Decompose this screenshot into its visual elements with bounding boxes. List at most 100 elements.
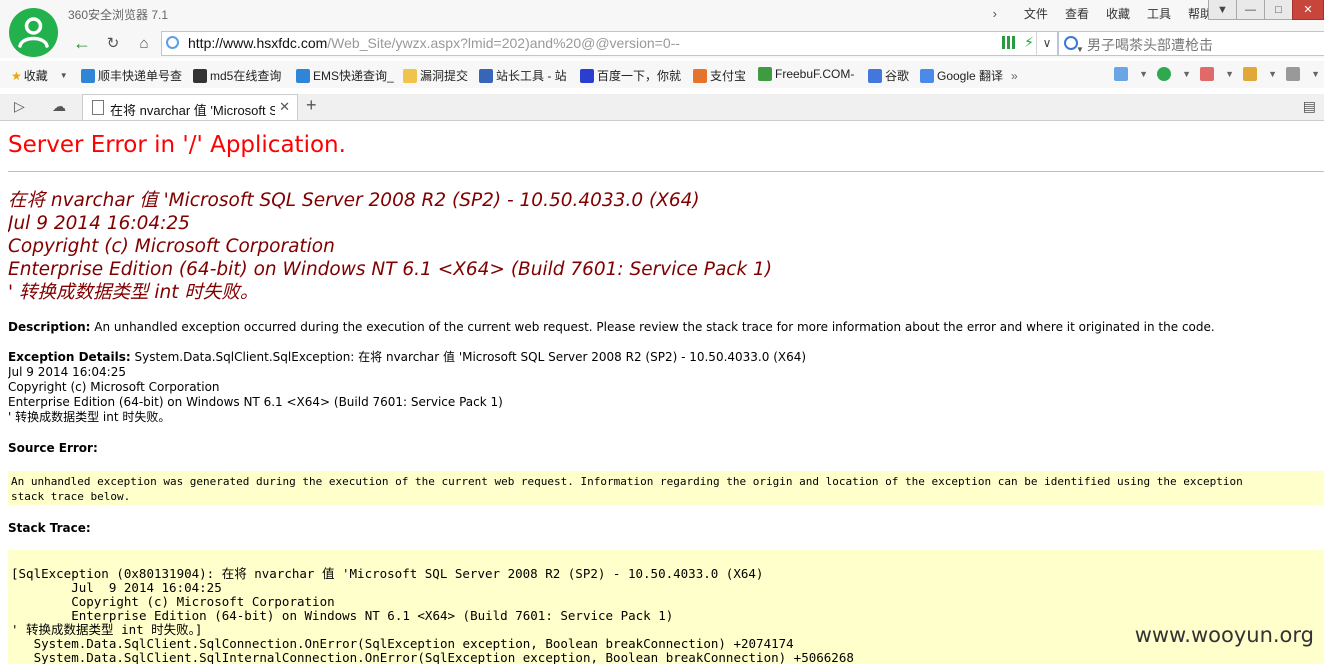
maximize-icon: □: [1275, 3, 1282, 16]
navigation-bar: ← ↻ ⌂ http://www.hsxfdc.com/Web_Site/ywz…: [0, 28, 1324, 58]
globe-icon: [166, 36, 179, 49]
bookmark-item[interactable]: 百度一下，你就: [580, 67, 681, 84]
bookmarks-bar: ★ 收藏 ▼ 顺丰快递单号查 md5在线查询 EMS快递查询_ 漏洞提交 站长工具 …: [0, 61, 1324, 88]
menu-file[interactable]: 文件: [1024, 5, 1048, 22]
tab-active[interactable]: 在将 nvarchar 值 'Microsoft S ✕: [82, 94, 298, 120]
star-icon: ★: [11, 68, 22, 83]
description-text: An unhandled exception occurred during t…: [90, 320, 1215, 334]
gamepad-icon: [1286, 67, 1300, 81]
lightning-icon[interactable]: ⚡: [1024, 34, 1034, 51]
menu-tools[interactable]: 工具: [1147, 5, 1171, 22]
bookmark-item[interactable]: 漏洞提交: [403, 67, 468, 84]
menu-favorites[interactable]: 收藏: [1106, 5, 1130, 22]
back-arrow-icon: ←: [73, 32, 91, 53]
description-label: Description:: [8, 320, 91, 334]
extension-apps[interactable]: ▼: [1114, 65, 1148, 83]
document-icon: [92, 100, 104, 115]
extension-screenshot[interactable]: ▼: [1243, 65, 1277, 83]
app-title: 360安全浏览器 7.1: [68, 8, 169, 22]
source-error-box: An unhandled exception was generated dur…: [8, 471, 1324, 505]
translate-icon: [920, 68, 934, 83]
close-icon: ✕: [1303, 4, 1313, 16]
error-line: Copyright (c) Microsoft Corporation: [8, 236, 335, 257]
divider: [8, 171, 1324, 172]
safety-icon: [1157, 67, 1171, 81]
folder-icon: [403, 68, 417, 83]
qr-code-icon[interactable]: [1002, 36, 1015, 49]
bookmark-item[interactable]: FreebuF.COM-: [758, 67, 854, 81]
shield-icon: [693, 68, 707, 83]
extension-safety[interactable]: ▼: [1157, 65, 1191, 83]
bookmark-item[interactable]: md5在线查询: [193, 67, 281, 84]
ie-icon: [296, 68, 310, 83]
apps-icon: [1114, 67, 1128, 81]
tab-bar: ▷ ☁ 在将 nvarchar 值 'Microsoft S ✕ + ▤: [0, 94, 1324, 121]
chart-icon: [479, 68, 493, 83]
bookmark-item[interactable]: 支付宝: [693, 67, 746, 84]
url-text[interactable]: http://www.hsxfdc.com/Web_Site/ywzx.aspx…: [188, 35, 680, 51]
exception-line: Copyright (c) Microsoft Corporation: [8, 380, 220, 394]
bookmark-item[interactable]: EMS快递查询_: [296, 67, 394, 84]
refresh-button[interactable]: ↻: [102, 32, 124, 54]
bookmark-item[interactable]: 谷歌: [868, 67, 909, 84]
menu-view[interactable]: 查看: [1065, 5, 1089, 22]
bookmark-item[interactable]: 顺丰快递单号查: [81, 67, 182, 84]
description: Description: An unhandled exception occu…: [8, 320, 1215, 335]
grid-icon: [193, 68, 207, 83]
tab-list-icon[interactable]: ▤: [1303, 98, 1316, 115]
minimize-button[interactable]: —: [1236, 0, 1265, 20]
error-line: ' 转换成数据类型 int 时失败。: [8, 282, 259, 303]
ie-icon: [81, 68, 95, 83]
screenshot-icon: [1243, 67, 1257, 81]
double-chevron-icon[interactable]: »: [1011, 69, 1018, 83]
exception-line: System.Data.SqlClient.SqlException: 在将 n…: [130, 350, 807, 364]
minimize-icon: —: [1245, 3, 1256, 16]
exception-details: Exception Details: System.Data.SqlClient…: [8, 350, 806, 425]
watermark: www.wooyun.org: [1134, 623, 1314, 647]
tab-label: 在将 nvarchar 值 'Microsoft S: [110, 103, 275, 118]
chevron-right-icon[interactable]: ›: [993, 6, 997, 21]
page-title: Server Error in '/' Application.: [8, 132, 346, 158]
new-tab-button[interactable]: +: [306, 95, 317, 116]
sidebar-toggle-icon[interactable]: ▷: [14, 98, 25, 115]
exception-line: Enterprise Edition (64-bit) on Windows N…: [8, 395, 503, 409]
home-icon: ⌂: [139, 34, 149, 52]
shirt-icon: ▼: [1217, 3, 1228, 16]
home-button[interactable]: ⌂: [133, 32, 155, 54]
error-line: Jul 9 2014 16:04:25: [8, 213, 190, 234]
error-line: Enterprise Edition (64-bit) on Windows N…: [8, 259, 773, 280]
stack-trace-box: [SqlException (0x80131904): 在将 nvarchar …: [8, 550, 1324, 664]
paw-icon: [580, 68, 594, 83]
error-message: 在将 nvarchar 值 'Microsoft SQL Server 2008…: [8, 189, 772, 304]
error-line: 在将 nvarchar 值 'Microsoft SQL Server 2008…: [8, 190, 700, 211]
bookmark-favorites[interactable]: ★ 收藏 ▼: [11, 67, 68, 84]
extension-game[interactable]: ▼: [1286, 65, 1320, 83]
freebuf-icon: [758, 67, 772, 81]
reader-icon: [1200, 67, 1214, 81]
close-window-button[interactable]: ✕: [1292, 0, 1324, 20]
bookmark-item[interactable]: 站长工具 - 站: [479, 67, 567, 84]
menu-bar: › 文件 查看 收藏 工具 帮助: [993, 5, 1212, 22]
exception-line: ' 转换成数据类型 int 时失败。: [8, 410, 171, 424]
skin-button[interactable]: ▼: [1208, 0, 1237, 20]
address-dropdown-button[interactable]: ∨: [1036, 32, 1057, 55]
search-input[interactable]: 男子喝茶头部遭枪击: [1087, 35, 1213, 55]
close-icon[interactable]: ✕: [279, 99, 290, 115]
stack-trace-label: Stack Trace:: [8, 521, 91, 535]
search-engine-dropdown-icon[interactable]: ▼: [1076, 45, 1084, 54]
bookmark-item[interactable]: Google 翻译»: [920, 67, 1018, 84]
back-button[interactable]: ←: [71, 32, 93, 54]
page-content: Server Error in '/' Application. 在将 nvar…: [8, 122, 1324, 664]
google-icon: [868, 68, 882, 83]
browser-logo-icon: [9, 8, 58, 57]
stack-trace-text: [SqlException (0x80131904): 在将 nvarchar …: [11, 566, 854, 664]
search-box[interactable]: ▼ 男子喝茶头部遭枪击: [1058, 31, 1324, 56]
cloud-icon[interactable]: ☁: [52, 98, 66, 115]
address-bar[interactable]: http://www.hsxfdc.com/Web_Site/ywzx.aspx…: [161, 31, 1058, 56]
chevron-down-icon: ▼: [59, 71, 68, 80]
maximize-button[interactable]: □: [1264, 0, 1293, 20]
exception-line: Jul 9 2014 16:04:25: [8, 365, 126, 379]
extension-reader[interactable]: ▼: [1200, 65, 1234, 83]
toolbar-extensions: ▼ ▼ ▼ ▼ ▼: [1105, 65, 1320, 83]
source-error-label: Source Error:: [8, 441, 98, 455]
